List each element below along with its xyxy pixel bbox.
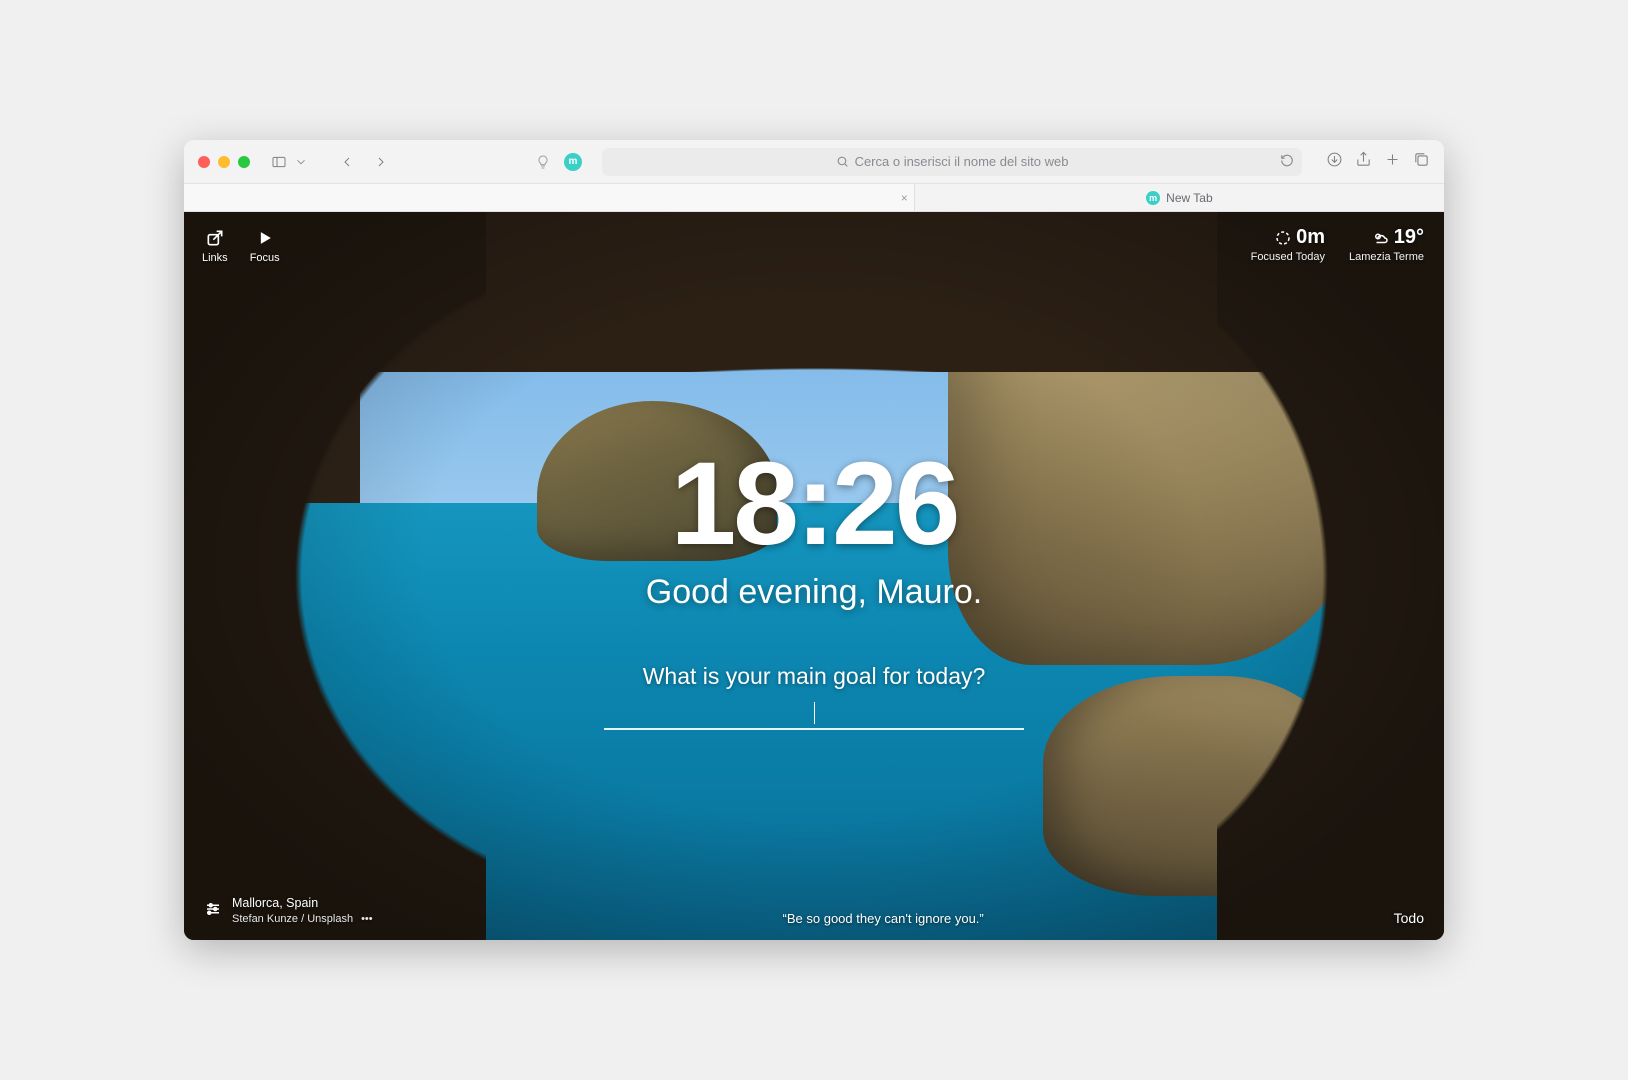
focused-label: Focused Today: [1251, 251, 1325, 263]
focus-label: Focus: [250, 252, 280, 264]
search-icon: [836, 155, 849, 168]
todo-button[interactable]: Todo: [1394, 910, 1424, 926]
sidebar-toggle-button[interactable]: [266, 149, 292, 175]
weather-value: 19°: [1394, 226, 1424, 249]
focus-ring-icon: [1274, 229, 1292, 247]
weather-widget[interactable]: 19° Lamezia Terme: [1349, 226, 1424, 263]
weather-label: Lamezia Terme: [1349, 251, 1424, 263]
greeting: Good evening, Mauro.: [184, 573, 1444, 612]
close-window-button[interactable]: [198, 156, 210, 168]
goal-question: What is your main goal for today?: [184, 663, 1444, 690]
settings-button[interactable]: [204, 900, 222, 921]
clock: 18:26: [184, 445, 1444, 563]
focus-widget[interactable]: Focus: [250, 228, 280, 264]
tab-secondary[interactable]: m New Tab: [915, 184, 1444, 211]
tab-overview-button[interactable]: [1413, 151, 1430, 173]
window-controls: [198, 156, 250, 168]
browser-window: m Cerca o inserisci il nome del sito web: [184, 140, 1444, 940]
share-button[interactable]: [1355, 151, 1372, 173]
tab-bar: × ΛWCW𝕏f m New Tab: [184, 184, 1444, 212]
fullscreen-window-button[interactable]: [238, 156, 250, 168]
play-icon: [255, 228, 275, 248]
reload-button[interactable]: [1280, 153, 1294, 170]
back-button[interactable]: [334, 149, 360, 175]
forward-button[interactable]: [368, 149, 394, 175]
sidebar-dropdown-button[interactable]: [294, 149, 308, 175]
tab-favicon: m: [1146, 191, 1160, 205]
new-tab-button[interactable]: [1384, 151, 1401, 173]
profile-avatar[interactable]: m: [564, 153, 582, 171]
quote[interactable]: “Be so good they can't ignore you.”: [783, 911, 984, 926]
external-link-icon: [205, 228, 225, 248]
links-widget[interactable]: Links: [202, 228, 228, 264]
close-tab-button[interactable]: ×: [901, 191, 908, 205]
minimize-window-button[interactable]: [218, 156, 230, 168]
address-bar[interactable]: Cerca o inserisci il nome del sito web: [602, 148, 1302, 176]
weather-icon: [1372, 229, 1390, 247]
focused-value: 0m: [1296, 226, 1325, 249]
address-placeholder: Cerca o inserisci il nome del sito web: [855, 154, 1069, 169]
photo-credit[interactable]: Stefan Kunze / Unsplash: [232, 912, 353, 926]
tab-label: New Tab: [1166, 191, 1212, 205]
more-button[interactable]: •••: [361, 912, 373, 926]
focused-today-widget[interactable]: 0m Focused Today: [1251, 226, 1325, 263]
tab-active[interactable]: ×: [184, 184, 915, 211]
toolbar: m Cerca o inserisci il nome del sito web: [184, 140, 1444, 184]
goal-input[interactable]: [604, 700, 1024, 730]
bulb-icon[interactable]: [530, 149, 556, 175]
links-label: Links: [202, 252, 228, 264]
new-tab-page: Links Focus 0m Focused Today 19°: [184, 212, 1444, 940]
photo-location[interactable]: Mallorca, Spain: [232, 895, 373, 911]
downloads-button[interactable]: [1326, 151, 1343, 173]
